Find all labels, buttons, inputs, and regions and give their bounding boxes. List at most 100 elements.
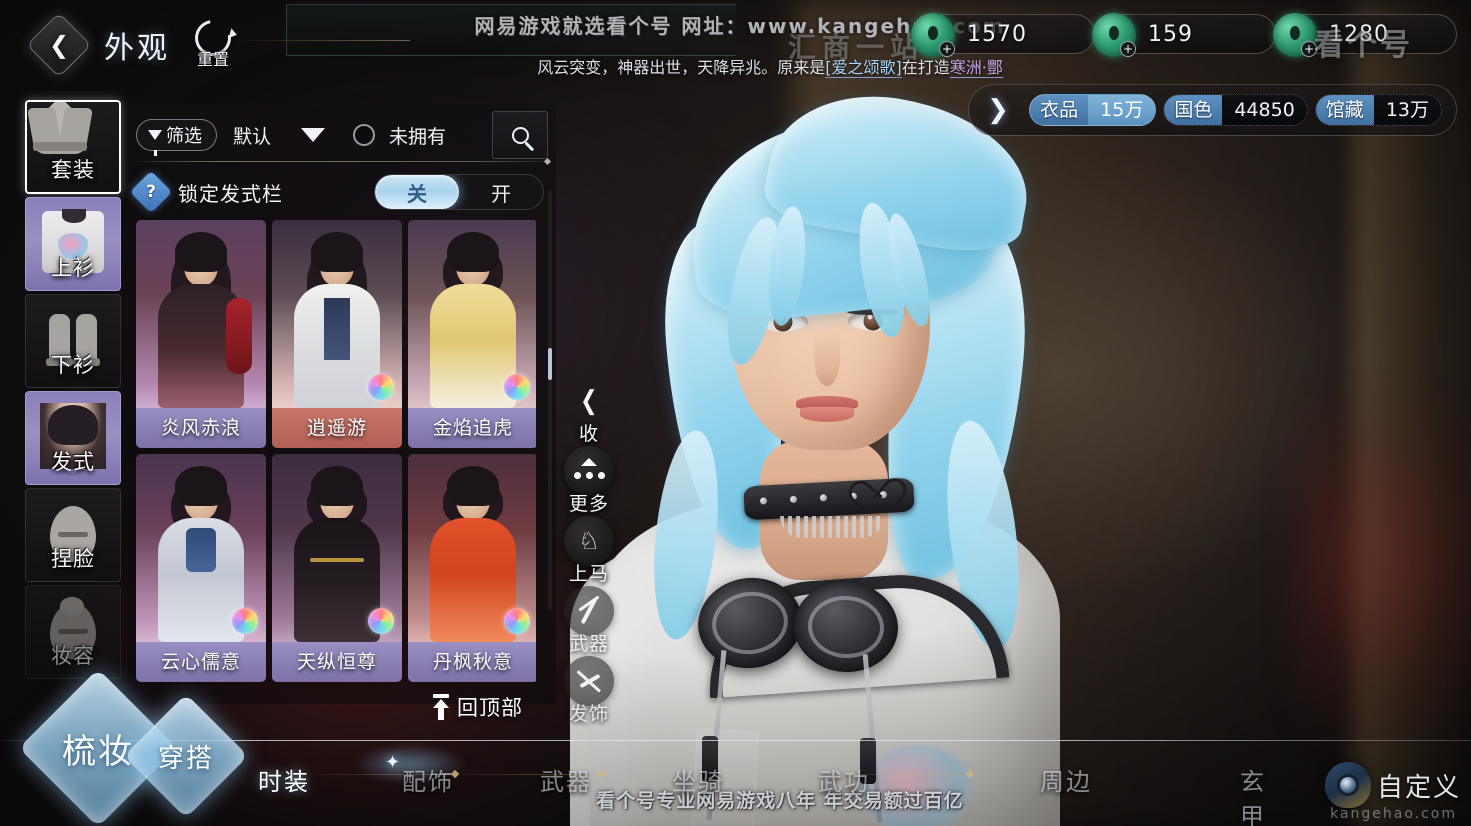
lock-hairstyle-label: 锁定发式栏 — [178, 181, 283, 206]
rail-button-label: 武器 — [568, 633, 609, 655]
arrow-up-to-line-icon — [432, 694, 450, 720]
color-swatch-icon[interactable] — [504, 374, 530, 400]
mode-button-chuanda[interactable]: 穿搭 — [123, 693, 249, 819]
sidebar-item-xiashan[interactable]: 下衫 — [25, 294, 121, 388]
stat-label: 国色 — [1164, 95, 1223, 125]
filter-row: 筛选 默认 未拥有 — [136, 111, 548, 159]
currency-value: 159 — [1148, 21, 1193, 47]
rail-button-mount[interactable]: ♘ 上马 — [560, 516, 618, 586]
jade-coin-icon: + — [911, 13, 955, 57]
collapse-chevron-icon: ❮ — [580, 386, 598, 416]
card-name: 天纵恒尊 — [272, 642, 402, 682]
stat-item-yipin[interactable]: 衣品 15万 — [1029, 94, 1157, 126]
stats-bar: ❯ 衣品 15万 国色 44850 馆藏 13万 — [968, 84, 1457, 136]
unowned-radio[interactable] — [353, 124, 376, 146]
tab-wugong[interactable]: 武功 — [818, 762, 870, 797]
rail-button-more[interactable]: 更多 — [560, 446, 618, 516]
outfit-card[interactable]: 天纵恒尊 — [272, 454, 402, 682]
outfit-card[interactable]: 丹枫秋意 — [408, 454, 536, 682]
sidebar-item-shangshan[interactable]: 上衫 — [25, 197, 121, 291]
question-mark-icon[interactable]: ? — [129, 170, 173, 214]
toggle-option-on[interactable]: 开 — [459, 175, 543, 209]
currency-value: 1570 — [967, 21, 1027, 47]
currency-item[interactable]: + 159 — [1092, 13, 1276, 57]
sort-dropdown-value[interactable]: 默认 — [233, 122, 271, 149]
jade-coin-icon: + — [1092, 13, 1136, 57]
jade-coin-icon: + — [1273, 13, 1317, 57]
reset-button-label: 重置 — [196, 50, 229, 69]
stat-value: 13万 — [1385, 99, 1429, 121]
stat-label: 馆藏 — [1315, 95, 1374, 125]
tab-wuqi[interactable]: 武器 — [540, 762, 592, 797]
rail-button-weapon[interactable]: 武器 — [560, 586, 618, 656]
sidebar-item-nielian[interactable]: 捏脸 — [25, 488, 121, 582]
announcement-highlight-2[interactable]: 寒洲·酆 — [949, 58, 1003, 78]
announcement-ticker: 风云突变，神器出世，天降异兆。原来是[爱之颂歌]在打造寒洲·酆 — [460, 54, 1080, 78]
rail-button-label: 收 — [578, 423, 599, 445]
sidebar-item-fashi[interactable]: 发式 — [25, 391, 121, 485]
watermark-logo-text: kangehao.com — [1330, 806, 1457, 822]
sidebar-item-taozhuang[interactable]: 套装 — [25, 100, 121, 194]
color-swatch-icon[interactable] — [368, 608, 394, 634]
grid-scrollbar-thumb[interactable] — [548, 348, 552, 380]
card-name: 云心儒意 — [136, 642, 266, 682]
outfit-card[interactable]: 云心儒意 — [136, 454, 266, 682]
color-swatch-icon[interactable] — [232, 608, 258, 634]
tab-shizhuang[interactable]: 时装 — [258, 762, 310, 797]
reset-button[interactable]: 重置 — [184, 12, 242, 74]
filter-button[interactable]: 筛选 — [136, 119, 217, 156]
mode-button-label: 穿搭 — [157, 743, 214, 774]
stat-item-guancang[interactable]: 馆藏 13万 — [1314, 94, 1442, 126]
search-icon — [511, 126, 529, 144]
sidebar-item-label: 妆容 — [51, 644, 95, 668]
stat-label: 衣品 — [1030, 95, 1089, 125]
card-name: 丹枫秋意 — [408, 642, 536, 682]
outfit-card[interactable]: 逍遥游 — [272, 220, 402, 448]
expand-right-arrow-icon[interactable]: ❯ — [987, 95, 1009, 125]
rail-button-collapse[interactable]: ❮ 收 — [560, 376, 618, 446]
toggle-option-off[interactable]: 关 — [375, 175, 459, 209]
back-button[interactable]: ❮ — [26, 12, 92, 78]
sidebar-item-label: 套装 — [51, 158, 95, 182]
tab-peishi[interactable]: 配饰 — [402, 762, 454, 797]
unowned-label[interactable]: 未拥有 — [389, 122, 446, 149]
search-button[interactable] — [492, 111, 548, 159]
outfit-card[interactable]: 炎风赤浪 — [136, 220, 266, 448]
back-to-top-label: 回顶部 — [457, 696, 523, 720]
lock-hairstyle-toggle[interactable]: 关 开 — [374, 174, 544, 210]
chevron-down-icon[interactable] — [301, 128, 326, 142]
rail-button-label: 上马 — [568, 563, 609, 585]
add-currency-icon[interactable]: + — [1120, 41, 1136, 57]
card-name: 炎风赤浪 — [136, 408, 266, 448]
stat-value: 15万 — [1100, 99, 1144, 121]
outfit-grid[interactable]: 炎风赤浪 逍遥游 金焰追虎 云心儒意 天纵恒尊 丹枫秋意 — [136, 220, 536, 698]
custom-button-label: 自定义 — [1376, 772, 1461, 803]
card-name: 逍遥游 — [272, 408, 402, 448]
sidebar-item-label: 发式 — [51, 450, 95, 474]
tab-xuanjia[interactable]: 玄甲 — [1240, 762, 1290, 826]
card-name: 金焰追虎 — [408, 408, 536, 448]
rail-button-hair-accessory[interactable]: 发饰 — [560, 656, 618, 726]
watermark-top-right: 看个号 — [1314, 28, 1413, 63]
grid-scrollbar[interactable] — [548, 190, 552, 610]
back-arrow-icon: ❮ — [48, 31, 70, 59]
color-swatch-icon[interactable] — [368, 374, 394, 400]
outfit-card[interactable]: 金焰追虎 — [408, 220, 536, 448]
ornament-line-left — [230, 40, 410, 41]
back-to-top-button[interactable]: 回顶部 — [432, 692, 523, 722]
horse-mount-icon: ♘ — [578, 527, 600, 555]
stat-item-guose[interactable]: 国色 44850 — [1163, 94, 1308, 126]
lock-hairstyle-row: ? 锁定发式栏 关 开 — [129, 168, 548, 216]
tab-zuoqi[interactable]: 坐骑 — [672, 762, 724, 797]
sidebar-item-zhuangrong[interactable]: 妆容 — [25, 585, 121, 679]
color-swatch-icon[interactable] — [504, 608, 530, 634]
page-header: ❮ 外观 重置 — [26, 12, 242, 78]
custom-button[interactable]: 自定义 — [1324, 762, 1461, 808]
tab-zhoubian[interactable]: 周边 — [1040, 762, 1092, 797]
currency-item[interactable]: + 1570 — [911, 13, 1095, 57]
action-rail: ❮ 收 更多 ♘ 上马 武器 发饰 — [560, 376, 618, 726]
sidebar-item-label: 下衫 — [51, 353, 95, 377]
bottom-tab-bar: 时装 配饰 武器 坐骑 武功 周边 玄甲 — [240, 752, 1290, 826]
add-currency-icon[interactable]: + — [939, 41, 955, 57]
announcement-highlight[interactable]: [爱之颂歌] — [825, 58, 902, 78]
